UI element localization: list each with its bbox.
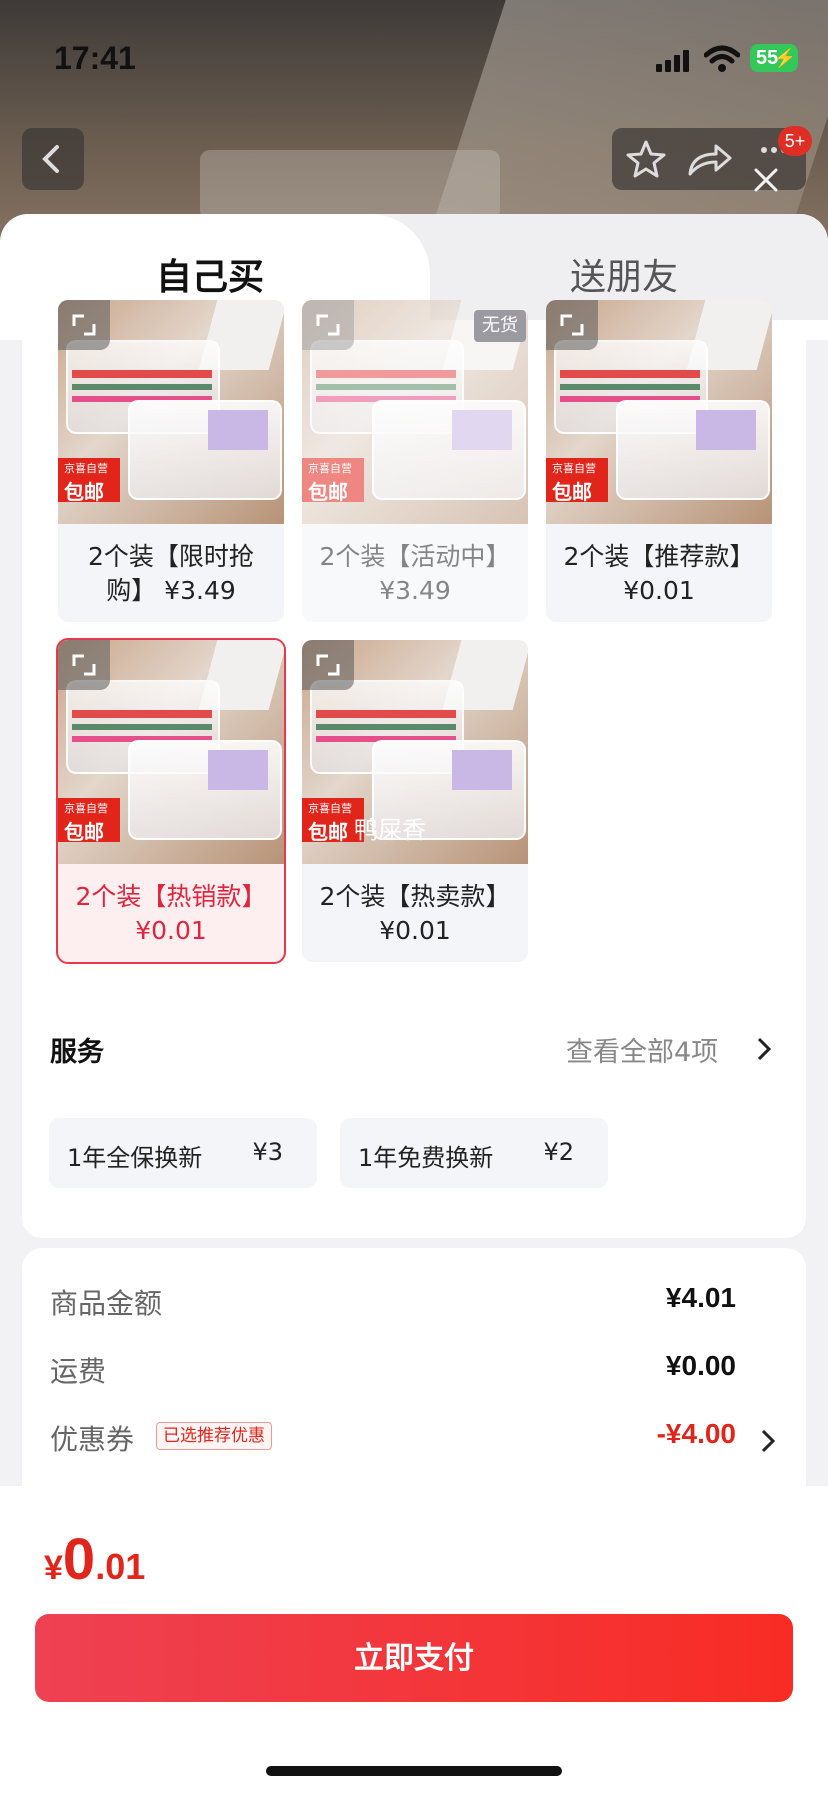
chevron-right-icon[interactable]	[756, 1036, 772, 1062]
sku-label: 2个装【推荐款】 ¥0.01	[563, 542, 755, 605]
expand-icon[interactable]	[302, 640, 354, 690]
service-name: 1年免费换新	[358, 1144, 494, 1172]
share-icon	[688, 144, 732, 176]
self-operated-tag: 京喜自营 包邮	[546, 458, 608, 504]
coupon-badge: 已选推荐优惠	[156, 1422, 272, 1450]
coupon-value[interactable]: -¥4.00	[657, 1418, 736, 1450]
self-operated-tag: 京喜自营 包邮	[302, 458, 364, 504]
currency-symbol: ¥	[44, 1549, 63, 1587]
wifi-icon	[704, 45, 740, 72]
self-operated-tag: 京喜自营 包邮	[58, 798, 120, 844]
star-icon	[626, 140, 666, 178]
goods-amount-label: 商品金额	[50, 1287, 163, 1320]
goods-amount-value: ¥4.01	[665, 1282, 736, 1313]
service-option[interactable]: 1年全保换新 ¥3	[49, 1118, 317, 1188]
battery-icon: 55 ⚡	[750, 44, 798, 72]
home-indicator	[266, 1766, 562, 1776]
checkout-footer: ¥0.01 立即支付	[0, 1486, 828, 1793]
self-operated-tag: 京喜自营 包邮	[58, 458, 120, 504]
sku-label: 2个装【热销款】 ¥0.01	[75, 882, 267, 945]
sku-option[interactable]: 京喜自营 包邮 2个装【推荐款】 ¥0.01	[546, 300, 772, 622]
status-time: 17:41	[54, 40, 136, 76]
sku-option-selected[interactable]: 京喜自营 包邮 2个装【热销款】 ¥0.01	[56, 638, 286, 964]
sku-image: 京喜自营 包邮	[546, 300, 772, 524]
chevron-left-icon	[42, 145, 59, 173]
sku-option[interactable]: 京喜自营 包邮 鸭屎香 2个装【热卖款】 ¥0.01	[302, 640, 528, 962]
sku-label: 2个装【热卖款】 ¥0.01	[319, 882, 511, 945]
sku-option[interactable]: 京喜自营 包邮 2个装【限时抢购】 ¥3.49	[58, 300, 284, 622]
sku-option[interactable]: 京喜自营 包邮 2个装【活动中】 ¥3.49	[302, 300, 528, 622]
image-overlay-text: 鸭屎香	[354, 816, 426, 844]
service-option[interactable]: 1年免费换新 ¥2	[340, 1118, 608, 1188]
total-price: ¥0.01	[44, 1526, 145, 1593]
sku-label: 2个装【限时抢购】 ¥3.49	[88, 542, 254, 605]
services-view-all[interactable]: 查看全部4项	[566, 1030, 718, 1069]
services-title: 服务	[50, 1037, 104, 1068]
chevron-right-icon[interactable]	[760, 1428, 776, 1454]
signal-icon	[656, 50, 692, 72]
service-name: 1年全保换新	[67, 1144, 203, 1172]
charging-bolt-icon: ⚡	[773, 48, 796, 68]
service-price: ¥2	[543, 1138, 574, 1166]
expand-icon[interactable]	[58, 300, 110, 350]
sku-image: 京喜自营 包邮	[58, 300, 284, 524]
expand-icon[interactable]	[58, 640, 110, 690]
back-button[interactable]	[22, 128, 84, 190]
expand-icon[interactable]	[302, 300, 354, 350]
tab-label: 送朋友	[570, 257, 679, 298]
sku-image: 京喜自营 包邮	[58, 640, 284, 864]
more-icon	[761, 147, 767, 153]
close-icon[interactable]	[748, 162, 784, 198]
total-decimal: .01	[95, 1546, 146, 1587]
coupon-label: 优惠券	[50, 1423, 135, 1456]
pay-now-button[interactable]: 立即支付	[35, 1614, 793, 1702]
shipping-label: 运费	[50, 1355, 107, 1388]
photo-shape	[200, 150, 500, 220]
tab-label: 自己买	[156, 257, 265, 298]
sku-service-card: 京喜自营 包邮 2个装【限时抢购】 ¥3.49 京喜自营 包邮 2个装【活动中】…	[22, 300, 806, 1238]
sku-image: 京喜自营 包邮 鸭屎香	[302, 640, 528, 864]
total-integer: 0	[62, 1527, 96, 1592]
shipping-value: ¥0.00	[665, 1350, 736, 1381]
out-of-stock-badge: 无货	[474, 310, 526, 342]
sku-label: 2个装【活动中】 ¥3.49	[319, 542, 511, 605]
status-bar: 17:41 55 ⚡	[0, 0, 828, 110]
expand-icon[interactable]	[546, 300, 598, 350]
cart-count-badge: 5+	[778, 126, 812, 156]
service-price: ¥3	[252, 1138, 283, 1166]
